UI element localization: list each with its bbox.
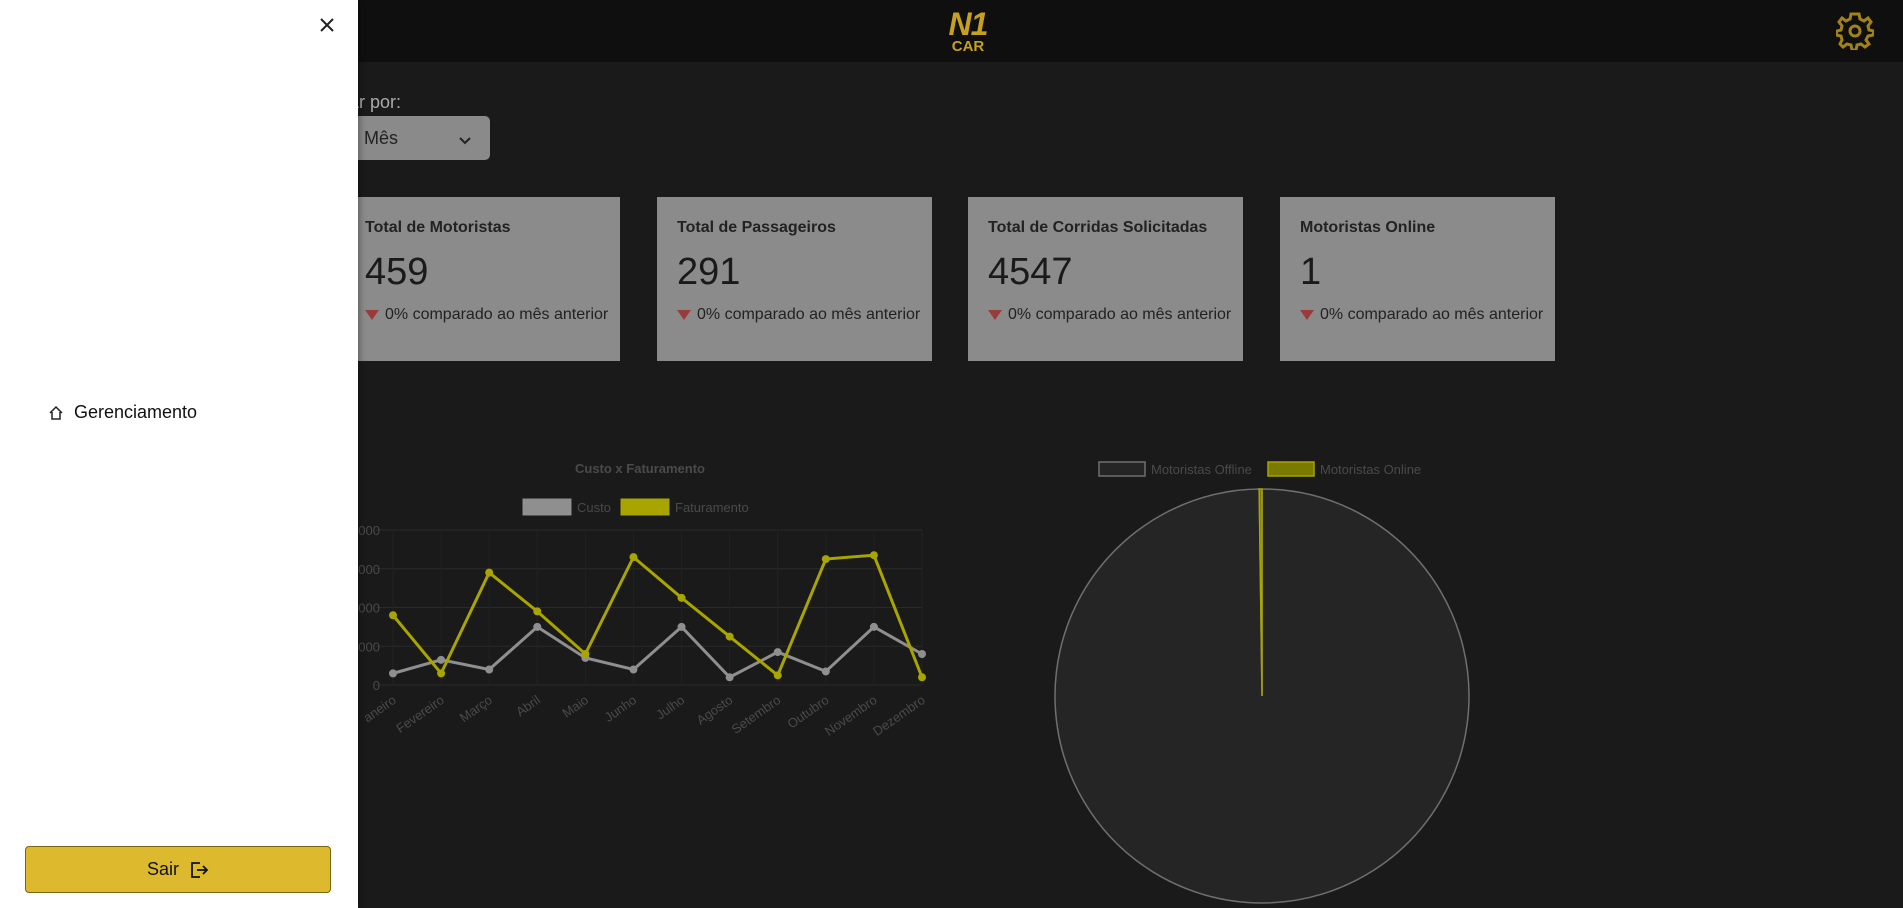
data-point-faturamento bbox=[485, 568, 494, 577]
data-point-faturamento bbox=[821, 555, 830, 564]
data-point-faturamento bbox=[677, 593, 686, 602]
y-tick-label: 000 bbox=[358, 523, 380, 538]
x-tick-label: Fevereiro bbox=[393, 692, 447, 736]
legend-label-faturamento: Faturamento bbox=[675, 500, 749, 515]
y-tick-label: 000 bbox=[358, 639, 380, 654]
close-icon[interactable] bbox=[316, 14, 338, 36]
line-chart-title: Custo x Faturamento bbox=[575, 461, 705, 476]
sidebar-item-gerenciamento[interactable]: Gerenciamento bbox=[48, 402, 197, 423]
x-tick-label: Abril bbox=[513, 692, 543, 719]
data-point-custo bbox=[677, 622, 686, 631]
data-point-faturamento bbox=[533, 607, 542, 616]
x-tick-label: Junho bbox=[602, 692, 640, 725]
data-point-faturamento bbox=[437, 669, 446, 678]
data-point-custo bbox=[485, 665, 494, 674]
x-tick-label: Dezembro bbox=[870, 692, 928, 739]
x-tick-label: Agosto bbox=[694, 692, 736, 728]
x-tick-label: Maio bbox=[559, 692, 591, 720]
y-tick-label: 000 bbox=[358, 601, 380, 616]
legend-swatch-faturamento bbox=[620, 498, 670, 516]
data-point-custo bbox=[389, 669, 397, 678]
pie-legend-swatch bbox=[1267, 461, 1315, 477]
data-point-custo bbox=[918, 650, 926, 658]
pie-legend-swatch bbox=[1098, 461, 1146, 477]
data-point-custo bbox=[773, 648, 782, 657]
data-point-faturamento bbox=[581, 650, 590, 658]
legend-label-custo: Custo bbox=[577, 500, 611, 515]
data-point-custo bbox=[869, 622, 878, 631]
x-tick-label: Julho bbox=[653, 692, 687, 722]
data-point-faturamento bbox=[629, 553, 638, 562]
series-line-custo bbox=[392, 624, 923, 680]
logout-label: Sair bbox=[146, 859, 179, 879]
logout-icon bbox=[191, 861, 209, 878]
data-point-custo bbox=[533, 622, 542, 631]
y-tick-label: 0 bbox=[373, 678, 380, 693]
data-point-faturamento bbox=[773, 671, 782, 680]
legend-swatch-custo bbox=[522, 498, 572, 516]
data-point-custo bbox=[437, 655, 446, 664]
pie-legend-label: Motoristas Online bbox=[1320, 462, 1421, 477]
sidebar-drawer: Gerenciamento Sair bbox=[0, 0, 358, 908]
data-point-faturamento bbox=[389, 611, 397, 620]
series-line-faturamento bbox=[391, 553, 924, 678]
data-point-custo bbox=[821, 667, 830, 676]
logout-button[interactable]: Sair bbox=[25, 846, 331, 893]
home-icon bbox=[49, 405, 63, 420]
data-point-custo bbox=[629, 665, 638, 674]
x-tick-label: Março bbox=[457, 692, 495, 725]
y-tick-label: 000 bbox=[358, 562, 380, 577]
data-point-faturamento bbox=[725, 632, 734, 641]
data-point-faturamento bbox=[869, 551, 878, 560]
x-tick-label: Setembro bbox=[729, 692, 784, 737]
sidebar-item-label: Gerenciamento bbox=[74, 402, 198, 422]
x-tick-label: aneiro bbox=[361, 692, 399, 725]
data-point-faturamento bbox=[918, 673, 926, 682]
data-point-custo bbox=[725, 673, 734, 682]
x-tick-label: Novembro bbox=[822, 692, 880, 739]
pie-legend-label: Motoristas Offline bbox=[1151, 462, 1252, 477]
